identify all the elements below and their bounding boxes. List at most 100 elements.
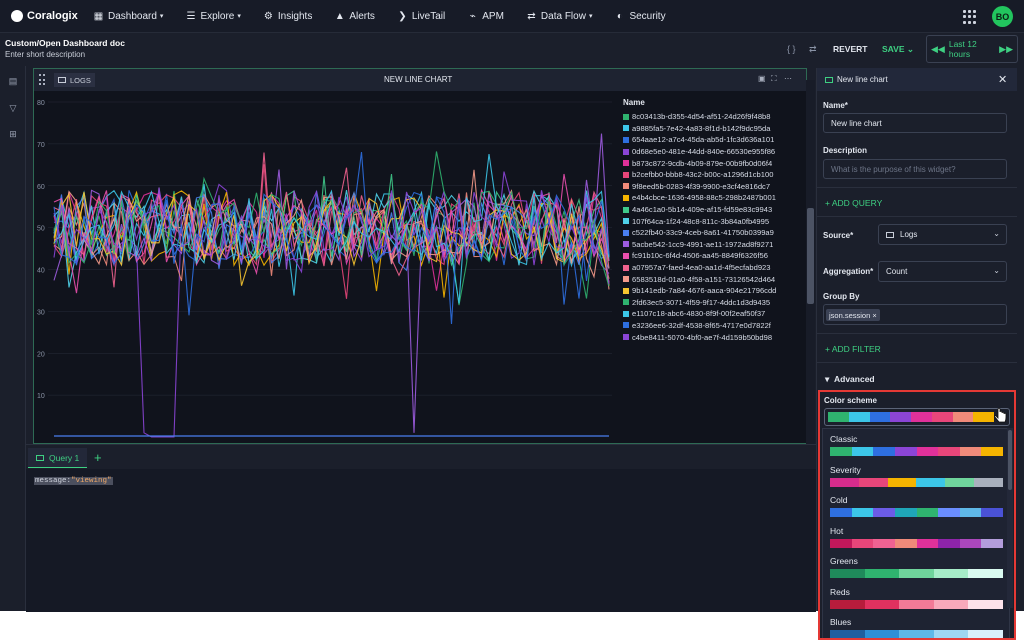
refresh-icon[interactable]: ⇄ bbox=[809, 44, 817, 55]
legend-item[interactable]: c4be8411-5070-4bf0-ae7f-4d159b50bd98 bbox=[623, 331, 803, 343]
legend-item[interactable]: 6583518d-01a0-4f58-a151-73126542d464 bbox=[623, 273, 803, 285]
dashboard-description[interactable]: Enter short description bbox=[5, 50, 85, 59]
color-scheme-bar bbox=[830, 599, 1003, 609]
dashboard-title[interactable]: Custom/Open Dashboard doc bbox=[5, 38, 125, 48]
nav-item-explore[interactable]: ☰ Explore ▾ bbox=[185, 11, 240, 22]
revert-button[interactable]: REVERT bbox=[833, 44, 867, 54]
close-icon[interactable]: ✕ bbox=[998, 73, 1007, 86]
legend-item[interactable]: b873c872-9cdb-4b09-879e-00b9fb0d06f4 bbox=[623, 157, 803, 169]
color-swatch bbox=[968, 599, 1003, 609]
legend-item[interactable]: 107f64ca-1f24-48c8-811c-3b84a0fb4995 bbox=[623, 215, 803, 227]
legend-item[interactable]: a9885fa5-7e42-4a83-8f1d-b142f9dc95da bbox=[623, 123, 803, 135]
advanced-label: Advanced bbox=[834, 374, 875, 384]
nav-item-data-flow[interactable]: ⇄ Data Flow ▾ bbox=[526, 11, 593, 22]
layout-icon[interactable]: ▤ bbox=[8, 76, 18, 86]
legend-swatch bbox=[623, 113, 629, 120]
legend-item[interactable]: 2fd63ec5-3071-4f59-9f17-4ddc1d3d9435 bbox=[623, 297, 803, 309]
query-editor[interactable]: message:"viewing" bbox=[26, 469, 816, 612]
insights-icon: ⚙ bbox=[263, 10, 273, 22]
color-scheme-option-hot[interactable]: Hot bbox=[823, 526, 1011, 556]
add-query-label: ADD QUERY bbox=[831, 198, 883, 208]
tab-query-1[interactable]: Query 1 bbox=[28, 448, 88, 468]
more-icon[interactable]: ⋯ bbox=[784, 74, 792, 83]
color-scheme-option-greens[interactable]: Greens bbox=[823, 556, 1011, 586]
forward-icon[interactable]: ▶▶ bbox=[999, 44, 1013, 55]
aggregation-select[interactable]: Count ⌄ bbox=[878, 261, 1007, 282]
legend-label: a07957a7-faed-4ea0-aa1d-4f5ecfabd923 bbox=[632, 263, 771, 273]
nav-item-apm[interactable]: ⌁ APM bbox=[467, 11, 504, 22]
color-scheme-option-classic[interactable]: Classic bbox=[823, 434, 1011, 464]
logs-icon bbox=[58, 77, 66, 83]
color-scheme-option-severity[interactable]: Severity bbox=[823, 465, 1011, 495]
color-swatch bbox=[864, 569, 900, 578]
selected-color-bar bbox=[828, 412, 994, 422]
left-rail: ▤ ▽ ⊞ bbox=[0, 66, 26, 611]
dropdown-scrollbar[interactable] bbox=[1007, 428, 1013, 608]
color-scheme-select[interactable] bbox=[824, 408, 1010, 426]
logo-icon bbox=[11, 10, 23, 22]
nav-item-alerts[interactable]: ▲ Alerts bbox=[334, 11, 375, 22]
group-by-chip[interactable]: json.session × bbox=[826, 309, 880, 321]
source-label: Source* bbox=[823, 231, 854, 240]
nav-item-security[interactable]: ◐ Security bbox=[614, 11, 666, 22]
color-swatch bbox=[959, 508, 982, 517]
legend-item[interactable]: 8c03413b-d355-4d54-af51-24d26f9f48b8 bbox=[623, 111, 803, 123]
fullscreen-icon[interactable]: ⛶ bbox=[771, 74, 777, 84]
legend-label: 6583518d-01a0-4f58-a151-73126542d464 bbox=[632, 274, 776, 284]
legend-item[interactable]: 5acbe542-1cc9-4991-ae11-1972ad8f9271 bbox=[623, 239, 803, 251]
add-filter-button[interactable]: + ADD FILTER bbox=[825, 344, 881, 354]
avatar[interactable]: BO bbox=[992, 6, 1013, 27]
download-icon[interactable]: ▣ bbox=[758, 74, 766, 83]
color-scheme-option-cold[interactable]: Cold bbox=[823, 495, 1011, 525]
rewind-icon[interactable]: ◀◀ bbox=[931, 44, 945, 55]
add-query-button[interactable]: + ADD QUERY bbox=[825, 198, 882, 208]
legend-item[interactable]: e1107c18-abc6-4830-8f9f-00f2eaf50f37 bbox=[623, 308, 803, 320]
series-line[interactable] bbox=[53, 133, 610, 433]
name-field[interactable]: New line chart bbox=[823, 113, 1007, 133]
color-scheme-bar bbox=[830, 508, 1003, 517]
color-scheme-option-reds[interactable]: Reds bbox=[823, 587, 1011, 617]
legend-item[interactable]: e3236ee6-32df-4538-8f65-4717e0d7822f bbox=[623, 320, 803, 332]
legend-label: e1107c18-abc6-4830-8f9f-00f2eaf50f37 bbox=[632, 309, 766, 319]
source-select[interactable]: Logs ⌄ bbox=[878, 224, 1007, 245]
caret-down-icon: ▾ bbox=[588, 13, 593, 20]
legend-item[interactable]: 654aae12-a7c4-45da-ab5d-1fc3d636a101 bbox=[623, 134, 803, 146]
add-widget-icon[interactable]: ⊞ bbox=[8, 129, 18, 139]
color-swatch bbox=[873, 538, 895, 548]
legend-item[interactable]: e4b4cbce-1636-4958-88c5-298b2487b001 bbox=[623, 192, 803, 204]
scrollbar-thumb[interactable] bbox=[1008, 430, 1012, 490]
nav-item-insights[interactable]: ⚙ Insights bbox=[263, 11, 312, 22]
divider bbox=[817, 216, 1017, 217]
time-range-picker[interactable]: ◀◀ Last 12 hours ▶▶ bbox=[926, 35, 1018, 63]
nav-item-livetail[interactable]: ❯ LiveTail bbox=[397, 11, 445, 22]
description-field[interactable]: What is the purpose of this widget? bbox=[823, 159, 1007, 179]
color-scheme-option-blues[interactable]: Blues bbox=[823, 617, 1011, 638]
line-chart[interactable]: 80 70 60 50 40 30 20 10 bbox=[34, 92, 612, 442]
legend-item[interactable]: 9f8eed5b-0283-4f39-9900-e3cf4e816dc7 bbox=[623, 181, 803, 193]
caret-down-icon: ▾ bbox=[159, 13, 164, 20]
color-swatch bbox=[848, 412, 870, 422]
code-icon[interactable]: { } bbox=[787, 44, 796, 54]
apps-grid-icon[interactable] bbox=[963, 10, 977, 24]
filter-icon[interactable]: ▽ bbox=[8, 103, 18, 113]
color-swatch bbox=[869, 412, 891, 422]
legend-item[interactable]: 9b141edb-7a84-4676-aaca-904e21796cdd bbox=[623, 285, 803, 297]
advanced-toggle[interactable]: ▾ Advanced bbox=[825, 374, 875, 385]
legend-item[interactable]: 4a46c1a0-5b14-409e-af15-fd59e83c9943 bbox=[623, 204, 803, 216]
legend-item[interactable]: fc91b10c-6f4d-4506-aa45-8849f6326f56 bbox=[623, 250, 803, 262]
color-scheme-section: Color scheme Classic Severity Cold Hot Green… bbox=[818, 390, 1016, 640]
drag-handle-icon[interactable] bbox=[39, 74, 45, 86]
scrollbar-thumb[interactable] bbox=[807, 208, 814, 304]
legend-label: b2cefbb0-bbb8-43c2-b00c-a1296d1cb100 bbox=[632, 170, 774, 180]
save-button[interactable]: SAVE ⌄ bbox=[882, 44, 914, 55]
legend-item[interactable]: b2cefbb0-bbb8-43c2-b00c-a1296d1cb100 bbox=[623, 169, 803, 181]
dashboard-scrollbar[interactable] bbox=[806, 80, 815, 444]
legend-item[interactable]: 0d68e5e0-481e-44dd-840e-66530e955f86 bbox=[623, 146, 803, 158]
legend-item[interactable]: c522fb40-33c9-4ceb-8a61-41750b0399a9 bbox=[623, 227, 803, 239]
nav-item-dashboard[interactable]: ▦ Dashboard ▾ bbox=[93, 11, 164, 22]
logo-text: Coralogix bbox=[27, 10, 78, 22]
legend-item[interactable]: a07957a7-faed-4ea0-aa1d-4f5ecfabd923 bbox=[623, 262, 803, 274]
legend-swatch bbox=[623, 136, 629, 143]
add-query-tab-button[interactable]: + bbox=[94, 450, 102, 465]
coralogix-logo[interactable]: Coralogix bbox=[11, 10, 93, 22]
